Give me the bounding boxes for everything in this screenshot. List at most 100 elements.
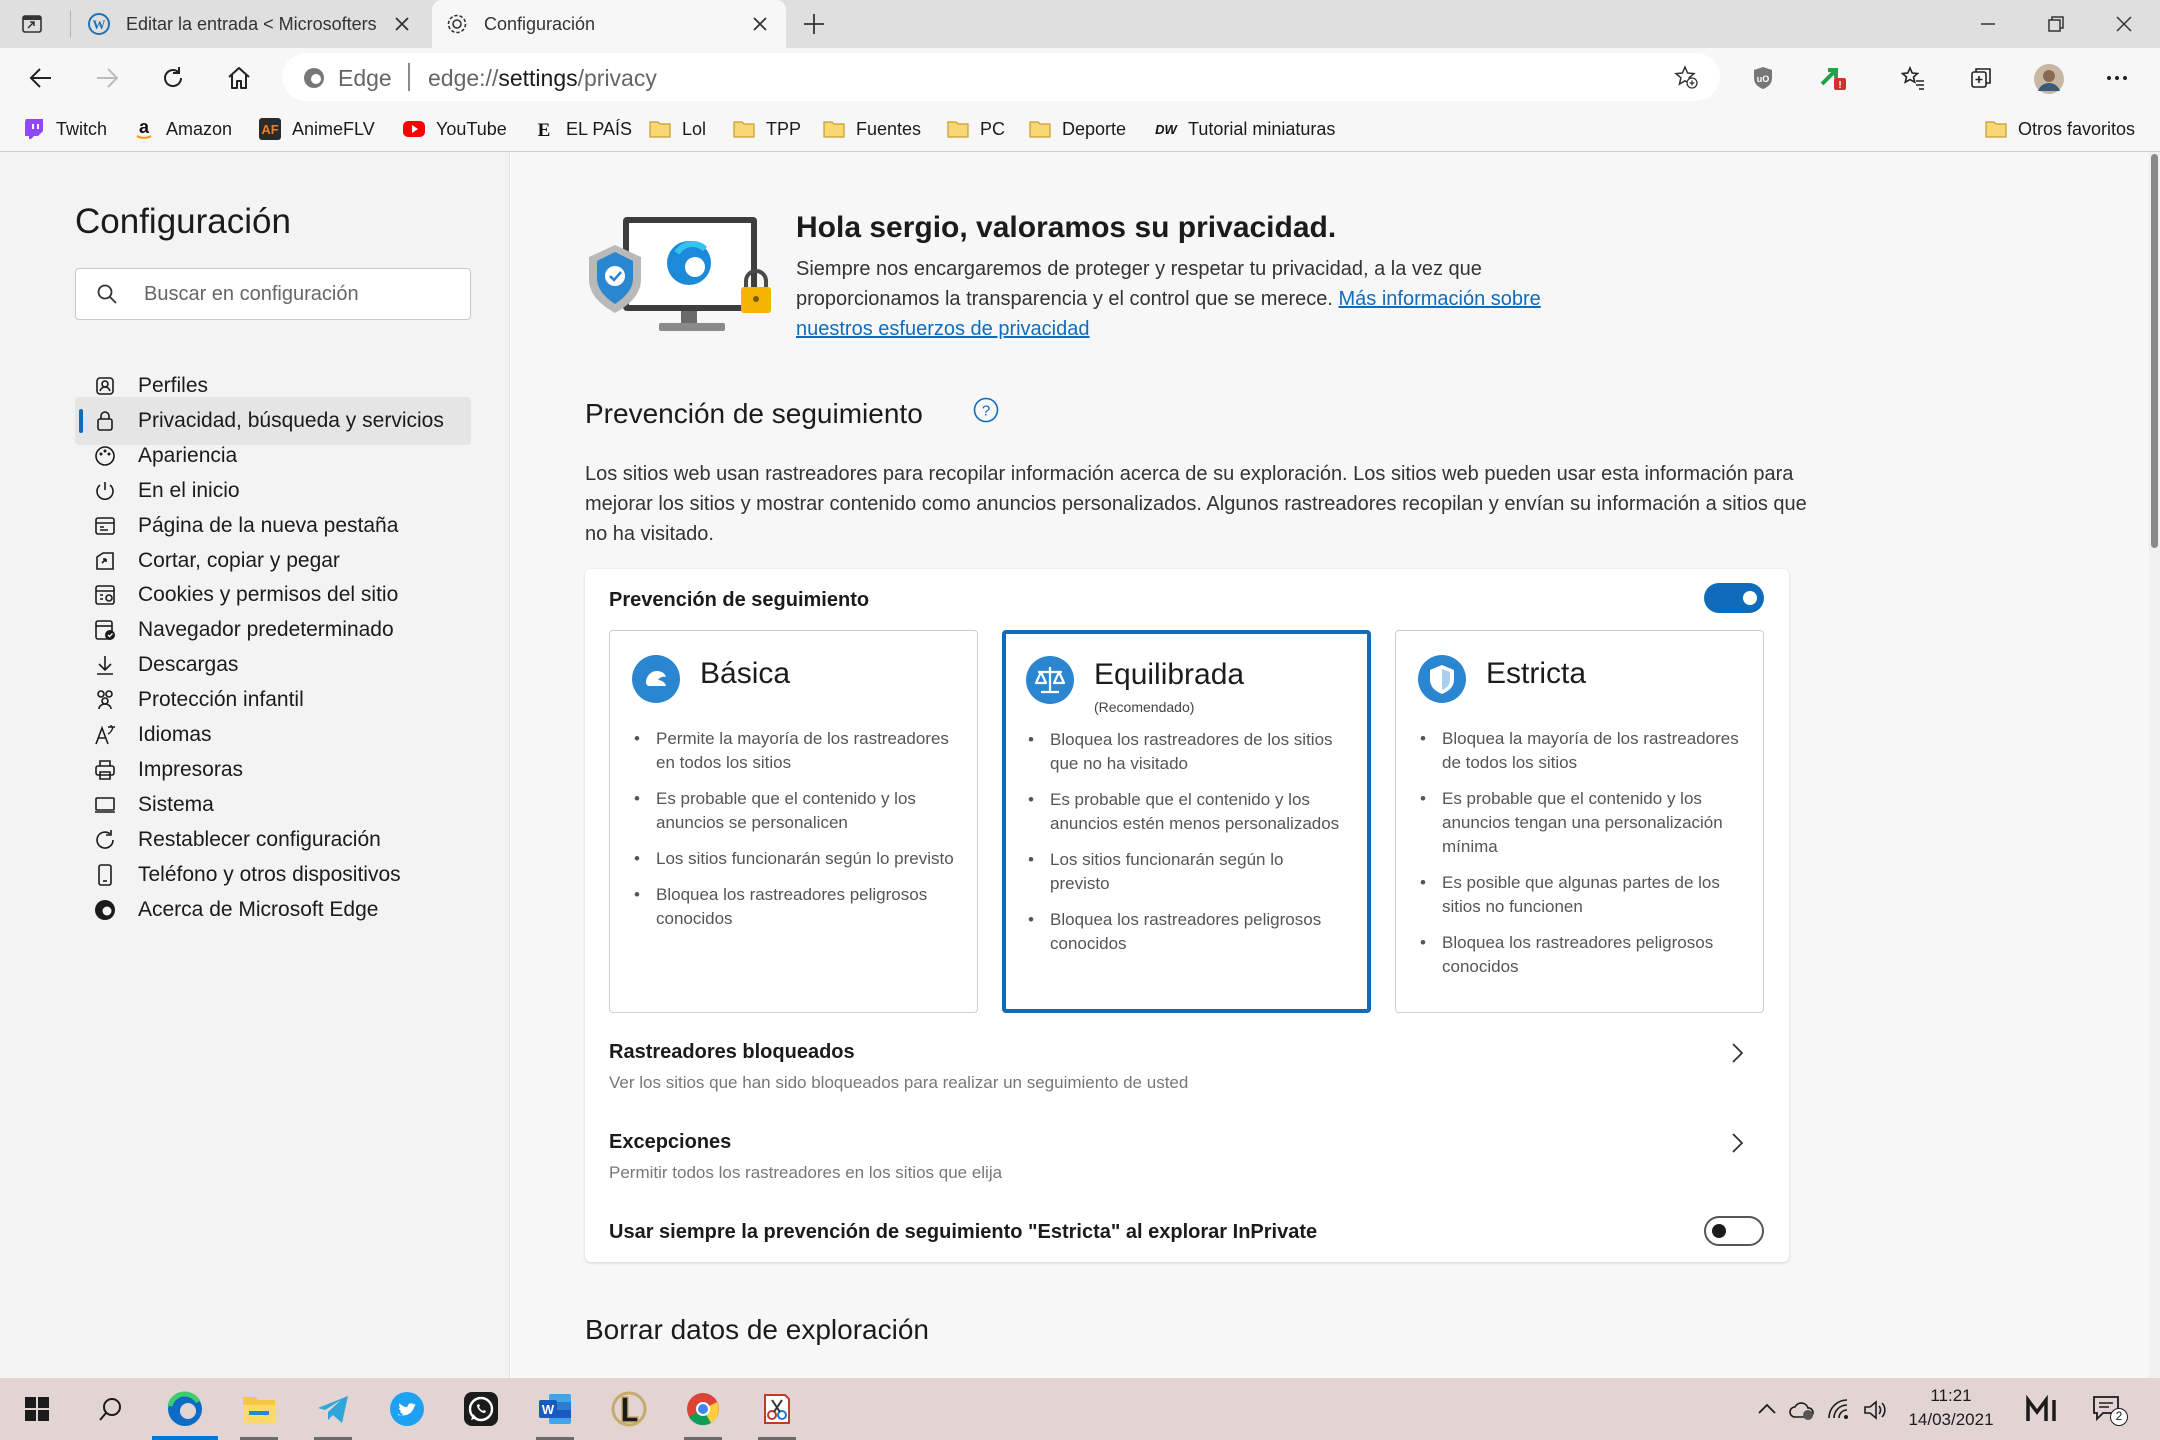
favorite-elpais[interactable]: E EL PAÍS <box>532 106 632 152</box>
svg-text:AF: AF <box>261 122 278 137</box>
level-equilibrada[interactable]: Equilibrada (Recomendado) Bloquea los ra… <box>1002 630 1371 1013</box>
taskbar-app-telegram[interactable] <box>296 1378 370 1440</box>
taskbar-app-word[interactable]: W <box>518 1378 592 1440</box>
new-tab-icon <box>95 516 115 535</box>
sidebar-item-label: Protección infantil <box>138 688 304 712</box>
elpais-icon: E <box>538 120 551 141</box>
minimize-button[interactable] <box>1976 12 2000 36</box>
svg-text:uO: uO <box>1757 74 1770 84</box>
favorite-folder-pc[interactable]: PC <box>946 106 1005 152</box>
sidebar-item-acerca-de[interactable]: Acerca de Microsoft Edge <box>75 886 471 934</box>
list-item: Bloquea los rastreadores peligrosos cono… <box>1420 931 1743 979</box>
scrollbar-thumb[interactable] <box>2151 154 2158 548</box>
list-item: Bloquea la mayoría de los rastreadores d… <box>1420 727 1743 775</box>
edge-icon <box>167 1391 202 1426</box>
file-explorer-icon <box>243 1397 275 1423</box>
tab-configuracion[interactable]: Configuración <box>432 0 786 48</box>
level-basica[interactable]: Básica Permite la mayoría de los rastrea… <box>609 630 978 1013</box>
row-title: Excepciones <box>609 1131 732 1153</box>
taskbar-app-chrome[interactable] <box>666 1378 740 1440</box>
sidebar-item-label: Apariencia <box>138 443 238 467</box>
taskbar-app-twitter[interactable] <box>370 1378 444 1440</box>
exceptions-row[interactable]: Excepciones Permitir todos los rastreado… <box>585 1121 1789 1201</box>
address-bar[interactable]: Edge edge://settings/privacy <box>282 53 1720 101</box>
settings-more-button[interactable] <box>2104 65 2130 91</box>
favorite-folder-deporte[interactable]: Deporte <box>1028 106 1126 152</box>
help-button[interactable]: ? <box>973 397 999 423</box>
sidebar-item-label: Perfiles <box>138 374 209 397</box>
speaker-icon <box>1864 1400 1886 1420</box>
clock-time: 11:21 <box>1930 1386 1972 1405</box>
tab-close-button[interactable] <box>750 14 770 34</box>
language-icon <box>95 725 115 745</box>
favorite-youtube[interactable]: YouTube <box>402 106 507 152</box>
forward-button[interactable] <box>94 65 120 91</box>
network-tray-button[interactable] <box>1826 1398 1852 1422</box>
level-subtitle: (Recomendado) <box>1094 699 1195 715</box>
favorite-twitch[interactable]: Twitch <box>22 106 107 152</box>
start-button[interactable] <box>0 1378 74 1440</box>
taskbar-app-snip[interactable] <box>740 1378 814 1440</box>
search-input[interactable]: Buscar en configuración <box>144 283 359 306</box>
taskbar-app-whatsapp[interactable] <box>444 1378 518 1440</box>
notification-center-button[interactable]: 2 <box>2092 1394 2128 1428</box>
avatar <box>2034 64 2064 94</box>
svg-text:DW: DW <box>1155 122 1178 137</box>
profile-button[interactable] <box>2034 64 2064 94</box>
snip-icon <box>764 1394 790 1424</box>
star-add-icon <box>1674 65 1698 89</box>
plus-icon <box>804 14 824 34</box>
list-item: Los sitios funcionarán según lo previsto <box>1028 848 1347 896</box>
gear-icon <box>447 14 467 34</box>
favorite-folder-tpp[interactable]: TPP <box>732 106 801 152</box>
tracking-prevention-card: Prevención de seguimiento Básica Permite… <box>585 569 1789 1262</box>
tab-close-button[interactable] <box>392 14 412 34</box>
ublock-extension-button[interactable]: uO <box>1750 65 1776 91</box>
extension-arrow-icon: ! <box>1820 68 1846 91</box>
list-item: Permite la mayoría de los rastreadores e… <box>634 727 957 775</box>
back-button[interactable] <box>28 65 54 91</box>
privacy-illustration <box>589 217 771 331</box>
mi-app-button[interactable] <box>2024 1395 2064 1425</box>
clock-date: 14/03/2021 <box>1908 1410 1994 1429</box>
clock[interactable]: 11:21 14/03/2021 <box>1896 1384 2006 1434</box>
tracking-toggle[interactable] <box>1704 583 1764 613</box>
level-title: Equilibrada <box>1094 658 1245 691</box>
close-icon <box>395 17 409 31</box>
row-title: Rastreadores bloqueados <box>609 1041 855 1063</box>
taskbar-app-edge[interactable] <box>148 1378 222 1440</box>
refresh-button[interactable] <box>160 65 186 91</box>
sidebar-item-label: Restablecer configuración <box>138 827 381 851</box>
tab-wordpress[interactable]: W Editar la entrada < Microsofters <box>74 0 428 48</box>
blocked-trackers-row[interactable]: Rastreadores bloqueados Ver los sitios q… <box>585 1031 1789 1111</box>
home-button[interactable] <box>226 65 252 91</box>
favorite-tutorial[interactable]: DW Tutorial miniaturas <box>1154 106 1335 152</box>
restore-button[interactable] <box>2044 12 2068 36</box>
favorite-animeflv[interactable]: AF AnimeFLV <box>258 106 375 152</box>
scrollbar[interactable] <box>2149 152 2160 1378</box>
tab-actions-button[interactable] <box>20 12 44 36</box>
address-url[interactable]: edge://settings/privacy <box>428 65 657 92</box>
favorites-button[interactable] <box>1900 65 1926 91</box>
taskbar-app-league[interactable] <box>592 1378 666 1440</box>
inprivate-toggle[interactable] <box>1704 1216 1764 1246</box>
add-favorite-button[interactable] <box>1674 65 1698 89</box>
search-button[interactable] <box>74 1378 148 1440</box>
close-icon <box>2116 16 2132 32</box>
favorite-folder-lol[interactable]: Lol <box>648 106 706 152</box>
close-window-button[interactable] <box>2112 12 2136 36</box>
level-estricta[interactable]: Estricta Bloquea la mayoría de los rastr… <box>1395 630 1764 1013</box>
other-favorites[interactable]: Otros favoritos <box>1984 106 2135 152</box>
onedrive-tray-button[interactable] <box>1788 1398 1816 1422</box>
extension-button[interactable]: ! <box>1818 62 1848 92</box>
favorite-amazon[interactable]: a Amazon <box>132 106 232 152</box>
new-tab-button[interactable] <box>802 12 826 36</box>
tray-overflow-button[interactable] <box>1756 1398 1778 1420</box>
taskbar-app-explorer[interactable] <box>222 1378 296 1440</box>
collections-button[interactable] <box>1968 65 1994 91</box>
word-icon: W <box>539 1394 571 1424</box>
favorite-folder-fuentes[interactable]: Fuentes <box>822 106 921 152</box>
sidebar-item-label: Acerca de Microsoft Edge <box>138 897 379 921</box>
settings-search[interactable]: Buscar en configuración <box>75 268 471 320</box>
volume-tray-button[interactable] <box>1862 1398 1888 1422</box>
